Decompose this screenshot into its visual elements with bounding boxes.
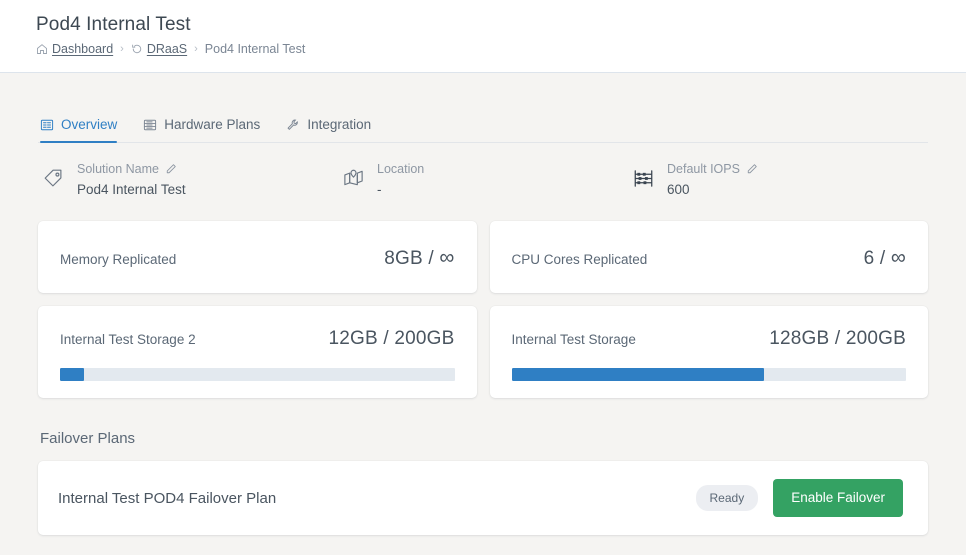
info-label-location: Location [377,161,424,177]
card-memory-replicated-value: 8GB / ∞ [384,247,454,270]
card-memory-replicated: Memory Replicated 8GB / ∞ [38,221,477,293]
page-title: Pod4 Internal Test [36,14,191,35]
tab-integration[interactable]: Integration [286,117,371,142]
failover-plan-actions: Ready Enable Failover [695,479,903,517]
card-cpu-cores-value: 6 / ∞ [864,247,906,270]
breadcrumb-current: Pod4 Internal Test [204,42,306,56]
map-pin-icon [340,165,366,191]
info-label-location-text: Location [377,162,425,176]
breadcrumb-item-dashboard[interactable]: Dashboard [36,42,113,56]
card-internal-test-storage: Internal Test Storage 128GB / 200GB [489,306,928,398]
resource-card-grid: Memory Replicated 8GB / ∞ CPU Cores Repl… [38,221,928,398]
card-storage-value: 128GB / 200GB [769,328,906,349]
breadcrumb-item-draas[interactable]: DRaaS [131,42,187,56]
storage-2-progress-fill [60,368,84,381]
storage-progress-track [511,368,906,381]
breadcrumb: Dashboard › DRaaS › Pod4 Internal Test [36,42,966,56]
card-storage-label: Internal Test Storage [511,332,636,347]
breadcrumb-link-draas[interactable]: DRaaS [147,42,187,56]
card-storage-2-label: Internal Test Storage 2 [60,332,196,347]
home-icon [36,43,48,55]
wrench-icon [286,118,300,132]
card-memory-replicated-label: Memory Replicated [60,251,177,267]
card-storage-2-value: 12GB / 200GB [328,328,455,349]
failover-plan-name: Internal Test POD4 Failover Plan [58,489,277,507]
memory-used-value: 8GB [384,247,423,269]
info-item-default-iops: Default IOPS 600 [630,161,758,199]
tab-overview-label: Overview [61,117,118,132]
restore-icon [131,43,143,55]
storage-2-progress-track [60,368,455,381]
cpu-limit-infinity: ∞ [890,245,906,269]
tab-bar: Overview Hardware Plans Integration [38,95,928,143]
card-internal-test-storage-2: Internal Test Storage 2 12GB / 200GB [38,306,477,398]
card-cpu-cores-label: CPU Cores Replicated [511,251,648,267]
info-value-location: - [377,182,382,197]
server-rack-icon [143,118,157,132]
tab-integration-label: Integration [307,117,372,132]
card-cpu-cores-replicated: CPU Cores Replicated 6 / ∞ [489,221,928,293]
failover-plans-heading: Failover Plans [40,430,136,447]
page-body: Overview Hardware Plans Integration Solu… [0,95,966,555]
memory-limit-infinity: ∞ [439,245,455,269]
info-value-default-iops: 600 [667,182,690,197]
breadcrumb-separator-2: › [194,43,198,55]
tab-overview[interactable]: Overview [40,117,118,143]
edit-pencil-icon-solution-name[interactable] [165,163,177,175]
info-label-default-iops: Default IOPS [667,161,758,177]
edit-pencil-icon-default-iops[interactable] [746,163,758,175]
solution-info-row: Solution Name Pod4 Internal Test Locatio… [38,161,928,199]
failover-plan-row: Internal Test POD4 Failover Plan Ready E… [38,461,928,535]
cpu-used-value: 6 [863,247,875,269]
tab-hardware-plans-label: Hardware Plans [164,117,261,132]
info-item-location: Location - [340,161,630,199]
info-item-solution-name: Solution Name Pod4 Internal Test [40,161,340,199]
cpu-separator: / [879,247,886,269]
info-label-solution-name-text: Solution Name [77,162,159,176]
info-label-default-iops-text: Default IOPS [667,162,740,176]
info-label-solution-name: Solution Name [77,161,186,177]
memory-separator: / [428,247,434,269]
abacus-icon [630,165,656,191]
breadcrumb-link-dashboard[interactable]: Dashboard [52,42,113,56]
storage-progress-fill [511,368,764,381]
breadcrumb-separator-1: › [120,43,124,55]
page-header: Pod4 Internal Test Dashboard › DRaaS › P… [0,0,966,73]
info-value-solution-name: Pod4 Internal Test [77,182,186,197]
article-list-icon [40,118,54,132]
enable-failover-button[interactable]: Enable Failover [773,479,903,517]
tab-hardware-plans[interactable]: Hardware Plans [143,117,260,142]
status-badge: Ready [695,485,759,511]
tag-icon [40,165,66,191]
